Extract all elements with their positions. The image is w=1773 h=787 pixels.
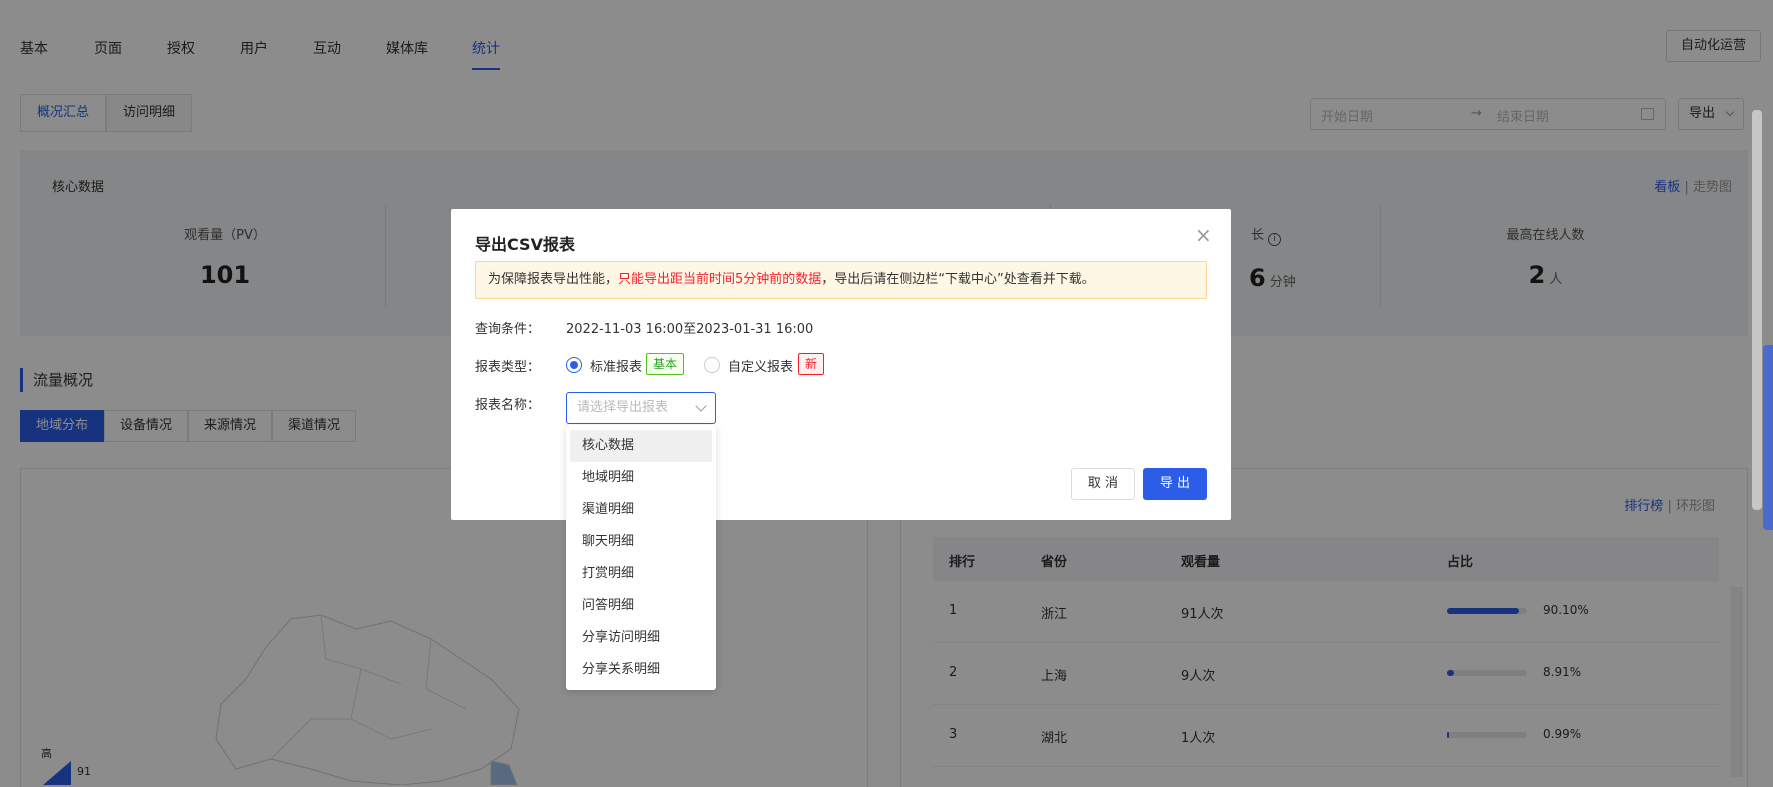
standard-report-label[interactable]: 标准报表 xyxy=(590,356,642,375)
dropdown-option-chat-detail[interactable]: 聊天明细 xyxy=(570,526,712,558)
custom-report-label[interactable]: 自定义报表 xyxy=(728,356,793,375)
notice-highlight: 只能导出距当前时间5分钟前的数据 xyxy=(618,272,822,287)
custom-report-radio[interactable] xyxy=(704,357,720,373)
side-panel-handle[interactable] xyxy=(1763,345,1773,530)
dropdown-option-qa-detail[interactable]: 问答明细 xyxy=(570,590,712,622)
page-scrollbar[interactable] xyxy=(1752,110,1762,510)
report-name-label: 报表名称： xyxy=(475,398,541,413)
export-notice: 为保障报表导出性能，只能导出距当前时间5分钟前的数据，导出后请在侧边栏“下载中心… xyxy=(475,261,1207,299)
select-placeholder: 请选择导出报表 xyxy=(577,400,669,415)
dropdown-option-reward-detail[interactable]: 打赏明细 xyxy=(570,558,712,590)
dropdown-option-share-relation-detail[interactable]: 分享关系明细 xyxy=(570,654,712,686)
standard-report-radio[interactable] xyxy=(566,357,582,373)
close-icon[interactable]: × xyxy=(1195,225,1212,245)
dropdown-option-core-data[interactable]: 核心数据 xyxy=(570,430,712,462)
dropdown-option-region-detail[interactable]: 地域明细 xyxy=(570,462,712,494)
query-condition-value: 2022-11-03 16:00至2023-01-31 16:00 xyxy=(566,322,814,337)
chevron-down-icon xyxy=(695,400,707,412)
new-tag: 新 xyxy=(798,353,825,375)
dialog-title: 导出CSV报表 xyxy=(475,235,575,254)
cancel-button[interactable]: 取 消 xyxy=(1071,468,1135,500)
report-name-select[interactable]: 请选择导出报表 xyxy=(566,392,716,424)
dropdown-option-channel-detail[interactable]: 渠道明细 xyxy=(570,494,712,526)
query-condition-label: 查询条件： xyxy=(475,322,541,337)
export-button[interactable]: 导 出 xyxy=(1143,468,1207,500)
basic-tag: 基本 xyxy=(646,353,685,375)
notice-text: 为保障报表导出性能， xyxy=(488,272,619,287)
report-name-dropdown: 核心数据 地域明细 渠道明细 聊天明细 打赏明细 问答明细 分享访问明细 分享关… xyxy=(566,425,716,690)
report-type-label: 报表类型： xyxy=(475,360,541,375)
dropdown-option-share-visit-detail[interactable]: 分享访问明细 xyxy=(570,622,712,654)
notice-text: ，导出后请在侧边栏“下载中心”处查看并下载。 xyxy=(821,272,1095,287)
